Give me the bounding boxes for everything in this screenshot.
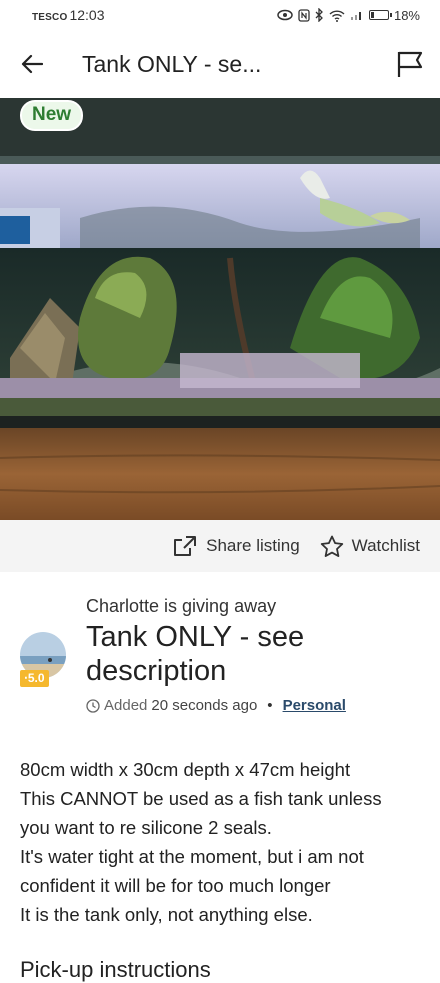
giver-line[interactable]: Charlotte is giving away (86, 596, 276, 617)
watchlist-label: Watchlist (351, 536, 420, 555)
bluetooth-icon (315, 8, 323, 22)
description-line: 80cm width x 30cm depth x 47cm height (20, 759, 351, 780)
signal-icon (350, 12, 361, 20)
battery-percent: 18% (393, 7, 420, 23)
clock-icon (86, 698, 100, 713)
added-prefix: Added (104, 697, 148, 714)
status-icons: 18% (277, 8, 420, 23)
listing-photo[interactable] (0, 98, 440, 520)
description-line: you want to re silicone 2 seals. (20, 817, 272, 838)
arrow-left-icon (21, 54, 43, 74)
listing-description: 80cm width x 30cm depth x 47cm height Th… (20, 755, 430, 929)
meta-separator: • (267, 697, 273, 714)
status-bar: TESCO 12:03 18% (0, 0, 440, 30)
nfc-icon (298, 8, 310, 22)
rating-badge: ⋅5.0 (20, 670, 49, 687)
share-icon (174, 536, 197, 556)
aquarium-image (0, 98, 440, 520)
share-listing-button[interactable]: Share listing (172, 534, 300, 558)
battery-icon (368, 10, 392, 20)
share-listing-label: Share listing (206, 536, 300, 555)
description-line: It's water tight at the moment, but i am… (20, 846, 364, 867)
actions-row: Share listing Watchlist (0, 520, 440, 572)
wifi-icon (329, 9, 345, 22)
status-time: 12:03 (69, 7, 105, 23)
status-left: TESCO 12:03 (32, 7, 105, 23)
report-button[interactable] (380, 30, 440, 98)
new-badge: New (20, 100, 84, 131)
star-outline-icon (320, 535, 343, 557)
watchlist-button[interactable]: Watchlist (320, 535, 420, 558)
personal-tag-link[interactable]: Personal (283, 697, 346, 714)
description-line: This CANNOT be used as a fish tank unles… (20, 788, 382, 809)
eye-icon (277, 9, 293, 21)
description-line: confident it will be for too much longer (20, 875, 331, 896)
carrier-name: TESCO (32, 12, 68, 23)
flag-icon (397, 51, 423, 77)
pickup-instructions-heading: Pick-up instructions (20, 957, 211, 982)
app-header: Tank ONLY - se... (0, 30, 440, 98)
listing-title: Tank ONLY - see description (86, 621, 305, 687)
back-button[interactable] (0, 30, 64, 98)
added-time: 20 seconds ago (151, 697, 258, 714)
description-line: It is the tank only, not anything else. (20, 904, 313, 925)
page-title: Tank ONLY - se... (82, 50, 262, 77)
listing-meta: Added 20 seconds ago • Personal (86, 697, 346, 714)
